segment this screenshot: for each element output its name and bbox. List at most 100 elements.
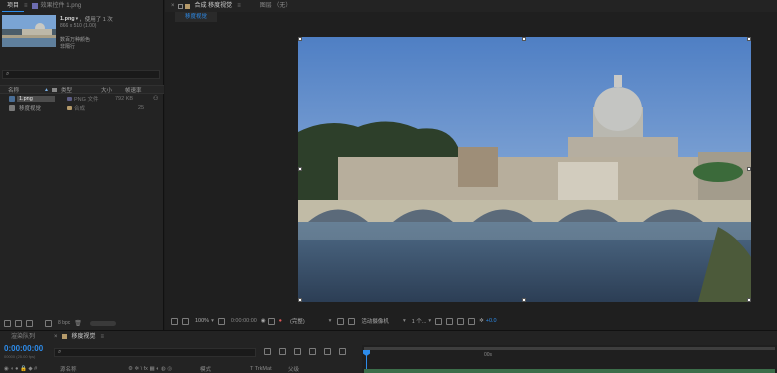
col-mode[interactable]: 模式	[200, 365, 250, 373]
new-comp-icon[interactable]	[26, 319, 33, 327]
resize-handle[interactable]	[298, 37, 302, 41]
shy-layers-icon[interactable]	[294, 348, 301, 355]
preview-info: 1.png ▾ ，使用了 1 次 866 x 510 (1.00) 数百万种颜色…	[60, 15, 164, 50]
timeline-timecode[interactable]: 0:00:00:00	[4, 344, 43, 353]
playhead-marker-icon[interactable]	[363, 350, 370, 356]
file-tag-icon	[67, 96, 72, 101]
mask-icon[interactable]	[182, 317, 189, 325]
resize-handle[interactable]	[747, 298, 751, 302]
timecode[interactable]: 0:00:00:00	[231, 318, 257, 324]
timeline-search-input[interactable]	[61, 349, 242, 356]
resize-handle[interactable]	[522, 298, 526, 302]
chevron-down-icon[interactable]: ▾	[428, 318, 431, 324]
preview-dims: 866 x 510 (1.00)	[60, 23, 97, 29]
col-rate[interactable]: 帧速率	[125, 86, 153, 94]
camera-view[interactable]: 活动摄像机	[361, 317, 389, 325]
preview-thumbnail	[2, 15, 56, 47]
chevron-down-icon[interactable]: ▾	[329, 318, 332, 324]
panel-menu-icon[interactable]: ≡	[101, 334, 105, 340]
resize-handle[interactable]	[747, 37, 751, 41]
chevron-down-icon[interactable]: ▾	[211, 318, 214, 324]
comp-subtab[interactable]: 移度视觉	[175, 12, 217, 22]
tab-timeline-comp[interactable]: 移度视觉	[67, 331, 101, 343]
lock-icon[interactable]	[177, 3, 183, 9]
resolution[interactable]: (完整)	[290, 317, 305, 325]
comp-canvas[interactable]	[298, 37, 751, 302]
col-type[interactable]: 类型	[61, 86, 101, 94]
col-size[interactable]: 大小	[101, 86, 125, 94]
flowchart-icon[interactable]	[468, 317, 476, 325]
resize-handle[interactable]	[747, 167, 751, 171]
item-size: 792 KB	[115, 95, 134, 102]
interpret-footage-icon[interactable]	[4, 319, 11, 327]
scroll-thumb[interactable]	[89, 320, 116, 326]
col-trkmat[interactable]: T TrkMat	[250, 366, 288, 372]
trash-icon[interactable]: 🗑	[74, 320, 82, 327]
col-name[interactable]: 名称	[0, 86, 44, 94]
timeline-search[interactable]: ⌕	[54, 348, 256, 357]
label-tag-icon	[52, 87, 57, 92]
frame-blending-icon[interactable]	[309, 348, 316, 355]
graph-editor-icon[interactable]	[339, 348, 346, 355]
project-settings-icon[interactable]	[45, 319, 52, 327]
timeline-switches	[262, 348, 348, 355]
exposure-value[interactable]: +0.0	[486, 318, 497, 324]
draft-3d-icon[interactable]	[279, 348, 286, 355]
project-search[interactable]: ⌕	[2, 70, 160, 79]
preview-usage: ，使用了 1 次	[79, 17, 113, 23]
panel-menu-icon[interactable]: ≡	[24, 3, 28, 9]
item-name: 移度视觉	[19, 105, 42, 112]
close-icon[interactable]: ×	[54, 334, 58, 340]
comp-viewer-panel: × 合成 移度视觉 ≡ 图层 （无） 移度视觉 100% ▾ 0:00:00:0…	[165, 0, 777, 330]
composition-icon	[9, 104, 15, 111]
region-of-interest-icon[interactable]	[337, 317, 345, 325]
close-icon[interactable]: ×	[171, 3, 175, 9]
list-item[interactable]: 1.png PNG 文件 792 KB ⚇	[0, 94, 164, 103]
tab-effect-controls[interactable]: 效果控件 1.png	[41, 0, 87, 12]
ruler-label: 00s	[484, 352, 493, 358]
panel-menu-icon[interactable]: ≡	[237, 3, 241, 9]
tab-project[interactable]: 项目	[2, 0, 25, 12]
list-item[interactable]: 移度视觉 合成 25	[0, 103, 164, 112]
dropdown-triangle-icon[interactable]: ▾	[76, 16, 79, 22]
layer-duration-bar[interactable]	[364, 369, 775, 373]
camera-icon[interactable]: ◉	[261, 318, 266, 324]
tab-layer[interactable]: 图层 （无）	[255, 0, 297, 12]
resize-handle[interactable]	[298, 298, 302, 302]
item-name: 1.png	[17, 95, 55, 102]
col-parent[interactable]: 父级	[288, 365, 299, 373]
chevron-down-icon[interactable]: ▾	[403, 318, 406, 324]
resize-handle[interactable]	[522, 37, 526, 41]
search-icon: ⌕	[6, 71, 10, 77]
timeline-icon[interactable]	[457, 317, 465, 325]
transparency-grid-icon[interactable]	[348, 317, 356, 325]
zoom-value[interactable]: 100%	[195, 318, 209, 324]
snapshot-icon[interactable]	[267, 317, 275, 325]
toggle-pixel-aspect-icon[interactable]	[435, 317, 443, 325]
tab-composition[interactable]: 合成 移度视觉	[190, 0, 238, 12]
color-channel-icon[interactable]: ●	[279, 318, 282, 324]
sort-up-icon: ▲	[44, 86, 49, 93]
exposure-icon[interactable]: ✲	[479, 318, 484, 324]
project-column-headers: 名称 ▲ 类型 大小 帧速率	[0, 85, 164, 94]
motion-blur-icon[interactable]	[324, 348, 331, 355]
layer-switches-icons: ⚙ ✲ \ fx ▦ ◐ ◍ ◎	[128, 365, 173, 372]
project-bottom-toolbar: 8 bpc 🗑	[0, 318, 164, 328]
view-layout[interactable]: 1 个...	[412, 317, 427, 325]
work-area-bar[interactable]	[364, 347, 775, 350]
comp-mini-flowchart-icon[interactable]	[264, 348, 271, 355]
always-preview-icon[interactable]	[171, 317, 178, 325]
item-type: PNG 文件	[74, 96, 99, 103]
fast-preview-icon[interactable]	[446, 317, 454, 325]
time-ruler[interactable]: 00s	[362, 345, 777, 373]
new-folder-icon[interactable]	[15, 319, 22, 327]
timeline-panel: 渲染队列 × 移度视觉 ≡ 0:00:00:00 00000 (25.00 fp…	[0, 330, 777, 373]
project-search-input[interactable]	[11, 71, 152, 78]
preview-filename: 1.png	[60, 16, 75, 22]
resize-handle[interactable]	[298, 167, 302, 171]
tab-render-queue[interactable]: 渲染队列	[6, 331, 40, 343]
timeline-fps: 00000 (25.00 fps)	[4, 354, 36, 359]
bpc-label[interactable]: 8 bpc	[58, 320, 70, 326]
fit-icon[interactable]	[217, 317, 225, 325]
col-source-name[interactable]: 源名称	[60, 365, 128, 373]
